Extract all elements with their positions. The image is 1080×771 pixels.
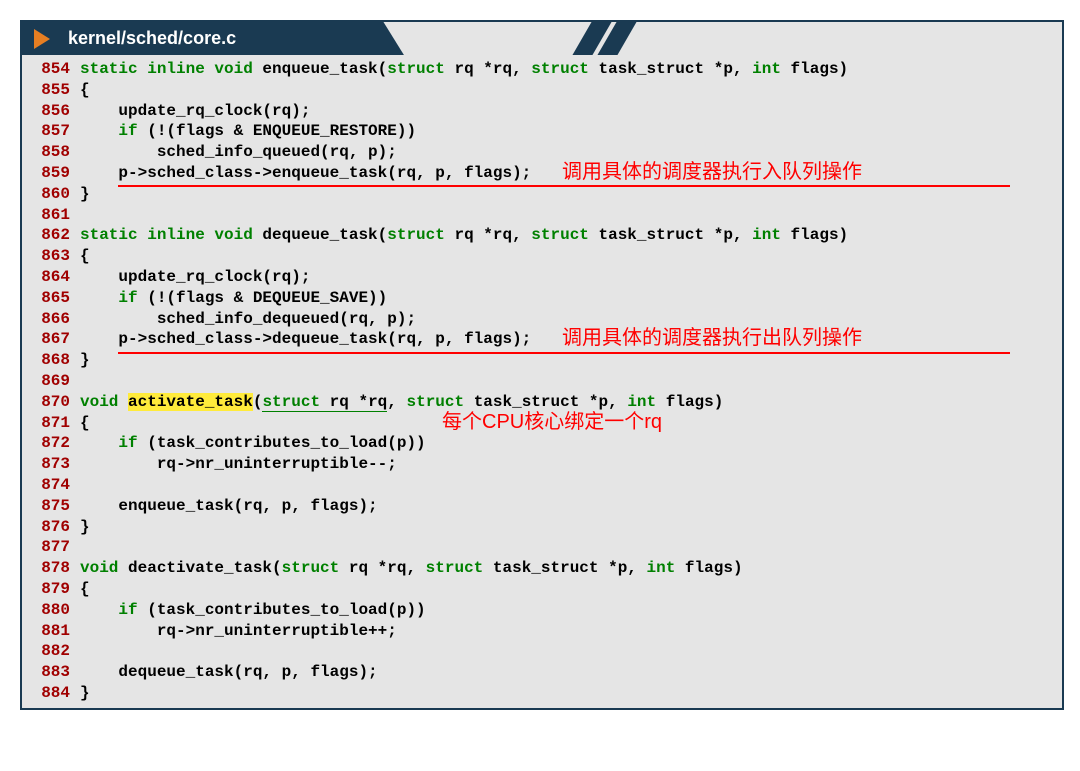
- code-line: 870void activate_task(struct rq *rq, str…: [22, 392, 1054, 413]
- code-line: 861: [22, 205, 1054, 226]
- line-number: 874: [22, 475, 80, 496]
- line-number: 857: [22, 121, 80, 142]
- code-line: 860}: [22, 184, 1054, 205]
- code-line: 866 sched_info_dequeued(rq, p);: [22, 309, 1054, 330]
- code-content: {: [80, 80, 1054, 101]
- code-line: 867 p->sched_class->dequeue_task(rq, p, …: [22, 329, 1054, 350]
- titlebar-wrap: kernel/sched/core.c: [22, 22, 1062, 55]
- play-icon: [34, 29, 50, 49]
- code-content: }: [80, 517, 1054, 538]
- code-content: if (!(flags & DEQUEUE_SAVE)): [80, 288, 1054, 309]
- code-window: kernel/sched/core.c 调用具体的调度器执行入队列操作 调用具体…: [20, 20, 1064, 710]
- code-line: 862static inline void dequeue_task(struc…: [22, 225, 1054, 246]
- code-content: }: [80, 683, 1054, 704]
- code-content: [80, 371, 1054, 392]
- code-line: 857 if (!(flags & ENQUEUE_RESTORE)): [22, 121, 1054, 142]
- line-number: 865: [22, 288, 80, 309]
- code-line: 880 if (task_contributes_to_load(p)): [22, 600, 1054, 621]
- code-content: update_rq_clock(rq);: [80, 267, 1054, 288]
- code-content: if (!(flags & ENQUEUE_RESTORE)): [80, 121, 1054, 142]
- code-line: 883 dequeue_task(rq, p, flags);: [22, 662, 1054, 683]
- line-number: 873: [22, 454, 80, 475]
- line-number: 864: [22, 267, 80, 288]
- line-number: 860: [22, 184, 80, 205]
- code-line: 876}: [22, 517, 1054, 538]
- code-line: 858 sched_info_queued(rq, p);: [22, 142, 1054, 163]
- code-line: 882: [22, 641, 1054, 662]
- code-content: {: [80, 246, 1054, 267]
- code-line: 877: [22, 537, 1054, 558]
- code-content: if (task_contributes_to_load(p)): [80, 600, 1054, 621]
- code-line: 855{: [22, 80, 1054, 101]
- line-number: 854: [22, 59, 80, 80]
- code-content: {: [80, 413, 1054, 434]
- line-number: 877: [22, 537, 80, 558]
- code-content: sched_info_queued(rq, p);: [80, 142, 1054, 163]
- code-content: static inline void enqueue_task(struct r…: [80, 59, 1054, 80]
- code-content: rq->nr_uninterruptible++;: [80, 621, 1054, 642]
- code-content: {: [80, 579, 1054, 600]
- code-line: 871{: [22, 413, 1054, 434]
- line-number: 875: [22, 496, 80, 517]
- file-path: kernel/sched/core.c: [68, 28, 236, 48]
- code-line: 863{: [22, 246, 1054, 267]
- line-number: 858: [22, 142, 80, 163]
- line-number: 863: [22, 246, 80, 267]
- code-content: [80, 475, 1054, 496]
- code-line: 865 if (!(flags & DEQUEUE_SAVE)): [22, 288, 1054, 309]
- code-content: p->sched_class->enqueue_task(rq, p, flag…: [80, 163, 1054, 184]
- line-number: 872: [22, 433, 80, 454]
- code-content: void activate_task(struct rq *rq, struct…: [80, 392, 1054, 413]
- code-content: rq->nr_uninterruptible--;: [80, 454, 1054, 475]
- line-number: 855: [22, 80, 80, 101]
- line-number: 880: [22, 600, 80, 621]
- code-content: void deactivate_task(struct rq *rq, stru…: [80, 558, 1054, 579]
- code-line: 872 if (task_contributes_to_load(p)): [22, 433, 1054, 454]
- line-number: 866: [22, 309, 80, 330]
- line-number: 856: [22, 101, 80, 122]
- code-content: sched_info_dequeued(rq, p);: [80, 309, 1054, 330]
- code-content: [80, 205, 1054, 226]
- code-line: 869: [22, 371, 1054, 392]
- line-number: 878: [22, 558, 80, 579]
- line-number: 879: [22, 579, 80, 600]
- code-line: 854static inline void enqueue_task(struc…: [22, 59, 1054, 80]
- code-content: enqueue_task(rq, p, flags);: [80, 496, 1054, 517]
- line-number: 861: [22, 205, 80, 226]
- code-line: 873 rq->nr_uninterruptible--;: [22, 454, 1054, 475]
- line-number: 868: [22, 350, 80, 371]
- code-line: 878void deactivate_task(struct rq *rq, s…: [22, 558, 1054, 579]
- code-content: p->sched_class->dequeue_task(rq, p, flag…: [80, 329, 1054, 350]
- code-content: [80, 641, 1054, 662]
- code-line: 868}: [22, 350, 1054, 371]
- line-number: 859: [22, 163, 80, 184]
- code-line: 874: [22, 475, 1054, 496]
- code-line: 864 update_rq_clock(rq);: [22, 267, 1054, 288]
- code-content: update_rq_clock(rq);: [80, 101, 1054, 122]
- code-line: 875 enqueue_task(rq, p, flags);: [22, 496, 1054, 517]
- line-number: 871: [22, 413, 80, 434]
- code-line: 884}: [22, 683, 1054, 704]
- code-line: 879{: [22, 579, 1054, 600]
- code-area: 调用具体的调度器执行入队列操作 调用具体的调度器执行出队列操作 每个CPU核心绑…: [22, 55, 1062, 708]
- line-number: 882: [22, 641, 80, 662]
- titlebar: kernel/sched/core.c: [22, 22, 704, 55]
- code-content: if (task_contributes_to_load(p)): [80, 433, 1054, 454]
- code-content: dequeue_task(rq, p, flags);: [80, 662, 1054, 683]
- code-content: [80, 537, 1054, 558]
- code-line: 856 update_rq_clock(rq);: [22, 101, 1054, 122]
- line-number: 869: [22, 371, 80, 392]
- code-content: }: [80, 350, 1054, 371]
- line-number: 884: [22, 683, 80, 704]
- line-number: 867: [22, 329, 80, 350]
- line-number: 883: [22, 662, 80, 683]
- line-number: 870: [22, 392, 80, 413]
- line-number: 881: [22, 621, 80, 642]
- code-line: 859 p->sched_class->enqueue_task(rq, p, …: [22, 163, 1054, 184]
- code-content: }: [80, 184, 1054, 205]
- line-number: 862: [22, 225, 80, 246]
- line-number: 876: [22, 517, 80, 538]
- code-line: 881 rq->nr_uninterruptible++;: [22, 621, 1054, 642]
- code-content: static inline void dequeue_task(struct r…: [80, 225, 1054, 246]
